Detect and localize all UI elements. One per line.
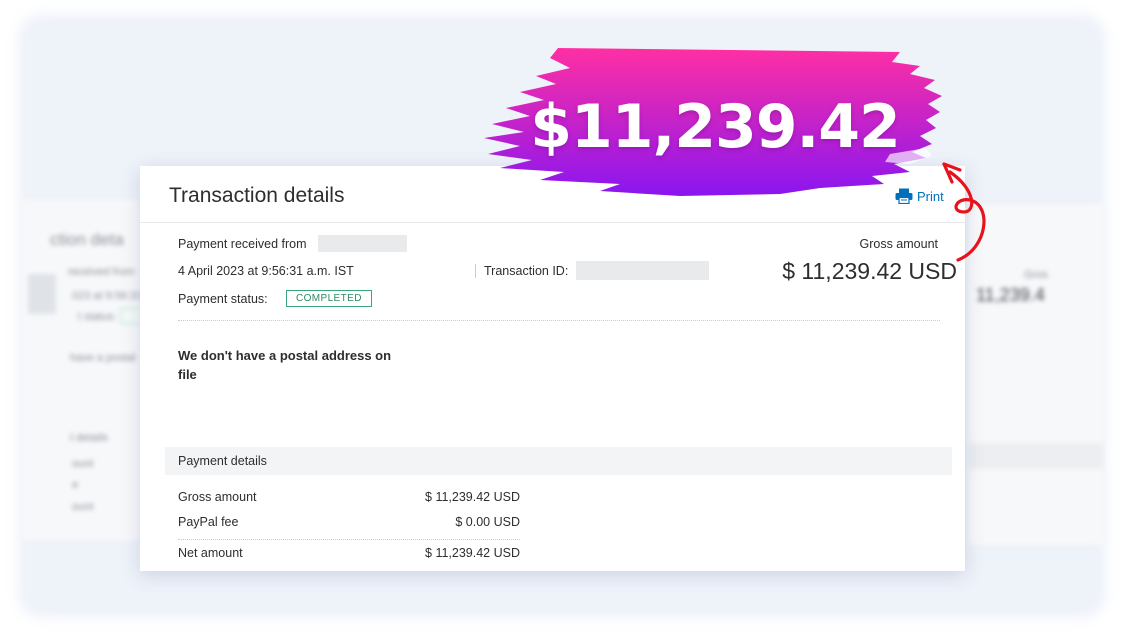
row-paypal-fee-label: PayPal fee <box>178 515 239 529</box>
row-paypal-fee-value: $ 0.00 USD <box>455 515 520 529</box>
postal-address-note: We don't have a postal address on file <box>178 348 392 382</box>
bg-postal-fragment: have a postal <box>70 352 136 364</box>
page-title: Transaction details <box>169 184 345 207</box>
bg-line-date: 023 at 9:56:31 a <box>72 290 140 302</box>
row-gross-amount-value: $ 11,239.42 USD <box>425 490 520 504</box>
background-window-left: ction deta received from 023 at 9:56:31 … <box>22 200 140 540</box>
bg-title-fragment: ction deta <box>50 230 124 249</box>
status-badge: COMPLETED <box>286 290 372 307</box>
field-separator <box>475 264 476 278</box>
promo-amount: $11,239.42 <box>530 92 901 162</box>
received-from-label: Payment received from <box>178 237 307 251</box>
row-gross-amount-label: Gross amount <box>178 490 257 504</box>
print-label: Print <box>917 188 944 204</box>
transaction-id-redacted <box>576 261 709 280</box>
bg-row-1: ount <box>72 458 94 470</box>
bg-section-bar <box>968 443 1103 469</box>
net-divider <box>178 539 520 540</box>
bg-line-status: t status: <box>78 311 117 323</box>
print-button[interactable]: Print <box>895 188 944 204</box>
bg-status-badge <box>120 308 140 324</box>
printer-icon <box>895 188 913 204</box>
payment-status-label: Payment status: <box>178 292 268 306</box>
card-header: Transaction details Print <box>140 166 965 223</box>
bg-line-received: received from <box>68 266 135 278</box>
row-net-amount-label: Net amount <box>178 546 243 560</box>
bg-redaction <box>28 274 56 314</box>
divider <box>178 320 940 321</box>
payment-details-header: Payment details <box>165 447 952 475</box>
transaction-datetime: 4 April 2023 at 9:56:31 a.m. IST <box>178 264 354 278</box>
background-window-right: Gros 11,239.4 <box>968 205 1103 545</box>
bg-row-3: ount <box>72 501 94 513</box>
gross-amount-value: $ 11,239.42 USD <box>782 258 957 284</box>
sender-name-redacted <box>318 235 407 252</box>
bg-amount-fragment: 11,239.4 <box>976 285 1045 305</box>
transaction-id-label: Transaction ID: <box>484 264 569 278</box>
bg-details-fragment: t details <box>70 432 108 444</box>
row-net-amount-value: $ 11,239.42 USD <box>425 546 520 560</box>
payment-details-title: Payment details <box>178 454 267 468</box>
gross-amount-label: Gross amount <box>859 237 938 251</box>
bg-row-2: e <box>72 479 79 491</box>
transaction-details-card: Transaction details Print Payment receiv… <box>140 166 965 571</box>
bg-gross-fragment: Gros <box>1024 269 1048 281</box>
